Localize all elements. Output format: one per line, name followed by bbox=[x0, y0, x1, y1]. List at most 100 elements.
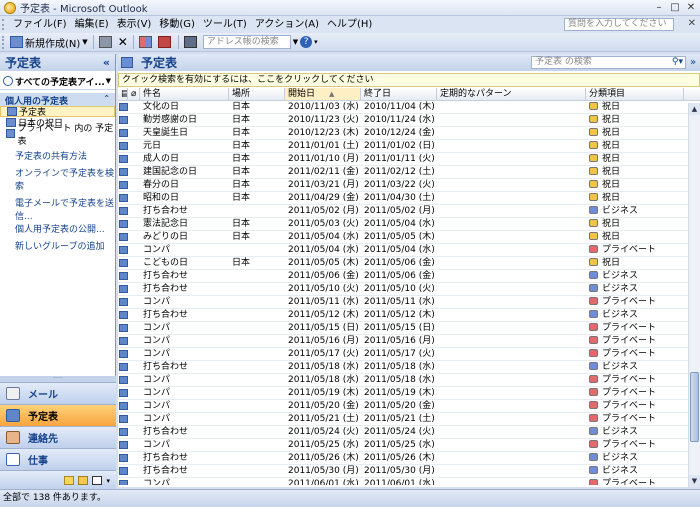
toolbar-grip[interactable] bbox=[2, 35, 5, 49]
table-row[interactable]: コンパ 2011/05/15 (日) 1...2011/05/15 (日) 1..… bbox=[118, 322, 700, 335]
table-row[interactable]: 打ち合わせ 2011/05/26 (木) 9...2011/05/26 (木) 9… bbox=[118, 452, 700, 465]
table-row[interactable]: 打ち合わせ 2011/05/24 (火) 9...2011/05/24 (火) 9… bbox=[118, 426, 700, 439]
expand-query-builder-icon[interactable]: » bbox=[690, 57, 700, 68]
location-cell: 日本 bbox=[232, 180, 251, 190]
categorize-button[interactable] bbox=[137, 34, 156, 50]
folder-list-icon[interactable] bbox=[78, 476, 89, 485]
all-calendar-items-selector[interactable]: すべての予定表アイ... ▼ bbox=[0, 73, 115, 90]
table-row[interactable]: コンパ 2011/05/25 (水) 1...2011/05/25 (水) 1..… bbox=[118, 439, 700, 452]
table-row[interactable]: 建国記念の日 日本 2011/02/11 (金) 0...2011/02/12 (土… bbox=[118, 166, 700, 179]
notes-icon[interactable] bbox=[64, 476, 75, 485]
link-share-calendar[interactable]: 予定表の共有方法 bbox=[15, 151, 115, 164]
menu-file[interactable]: ファイル(F) bbox=[9, 17, 71, 32]
menu-edit[interactable]: 編集(E) bbox=[71, 17, 113, 32]
scroll-down-icon[interactable]: ▼ bbox=[689, 475, 700, 487]
calendar-item-private[interactable]: プライベート 内の 予定表 bbox=[0, 124, 115, 147]
delete-button[interactable]: ✕ bbox=[116, 34, 130, 50]
menu-help[interactable]: ヘルプ(H) bbox=[323, 17, 376, 32]
table-row[interactable]: コンパ 2011/05/21 (土) 1...2011/05/21 (土) 1..… bbox=[118, 413, 700, 426]
table-row[interactable]: コンパ 2011/05/17 (火) 1...2011/05/17 (火) 1..… bbox=[118, 348, 700, 361]
address-book-button[interactable] bbox=[182, 34, 201, 50]
table-row[interactable]: コンパ 2011/05/11 (水) 1...2011/05/11 (水) 1..… bbox=[118, 296, 700, 309]
configure-buttons-icon[interactable]: ▾ bbox=[106, 477, 110, 485]
scroll-up-icon[interactable]: ▲ bbox=[689, 103, 700, 115]
calendar-view-button[interactable] bbox=[156, 34, 175, 50]
table-row[interactable]: 憲法記念日 日本 2011/05/03 (火) 0...2011/05/04 (水)… bbox=[118, 218, 700, 231]
start-cell: 2011/01/01 (土) 0... bbox=[288, 141, 361, 151]
link-publish-calendar[interactable]: 個人用予定表の公開... bbox=[15, 224, 115, 237]
column-header-start[interactable]: 開始日 ▲ bbox=[285, 88, 361, 100]
menu-tools[interactable]: ツール(T) bbox=[199, 17, 251, 32]
instant-search-infobar[interactable]: クイック検索を有効にするには、ここをクリックしてください bbox=[118, 73, 700, 87]
table-row[interactable]: みどりの日 日本 2011/05/04 (水) 0...2011/05/05 (木)… bbox=[118, 231, 700, 244]
column-header-location[interactable]: 場所 bbox=[229, 88, 285, 100]
link-send-calendar-email[interactable]: 電子メールで予定表を送信... bbox=[15, 198, 115, 224]
close-window-button[interactable]: ✕ bbox=[684, 2, 698, 14]
menu-grip[interactable] bbox=[2, 19, 5, 30]
scroll-thumb[interactable] bbox=[690, 372, 699, 442]
calendar-search-input[interactable]: 予定表 の検索 ⚲▾ bbox=[531, 56, 686, 69]
maximize-button[interactable]: □ bbox=[668, 2, 682, 14]
table-row[interactable]: コンパ 2011/06/01 (水) 1...2011/06/01 (水) 1..… bbox=[118, 478, 700, 485]
menu-actions[interactable]: アクション(A) bbox=[251, 17, 323, 32]
table-row[interactable]: 文化の日 日本 2010/11/03 (水) 0...2010/11/04 (木) … bbox=[118, 101, 700, 114]
column-header-recurrence[interactable]: 定期的なパターン bbox=[437, 88, 586, 100]
nav-button-tasks[interactable]: 仕事 bbox=[0, 448, 116, 470]
toolbar-options-icon[interactable]: ▾ bbox=[314, 38, 318, 46]
recurrence-cell bbox=[437, 335, 586, 347]
table-row[interactable]: コンパ 2011/05/16 (月) 1...2011/05/16 (月) 1..… bbox=[118, 335, 700, 348]
table-row[interactable]: こどもの日 日本 2011/05/05 (木) 0...2011/05/06 (金)… bbox=[118, 257, 700, 270]
table-row[interactable]: 打ち合わせ 2011/05/18 (水) 9...2011/05/18 (水) 9… bbox=[118, 361, 700, 374]
new-dropdown-icon[interactable]: ▼ bbox=[82, 38, 87, 46]
collapse-group-icon[interactable]: ⌃ bbox=[103, 94, 110, 105]
appointment-icon bbox=[118, 155, 128, 163]
vertical-scrollbar[interactable]: ▲ ▼ bbox=[688, 103, 700, 487]
column-header-categories[interactable]: 分類項目 bbox=[586, 88, 684, 100]
table-row[interactable]: 勤労感謝の日 日本 2010/11/23 (火) 0...2010/11/24 (水… bbox=[118, 114, 700, 127]
column-header-attachment[interactable]: ⌀ bbox=[128, 88, 140, 100]
menu-view[interactable]: 表示(V) bbox=[113, 17, 156, 32]
table-row[interactable]: 打ち合わせ 2011/05/12 (木) 9...2011/05/12 (木) 9… bbox=[118, 309, 700, 322]
table-row[interactable]: コンパ 2011/05/18 (水) 1...2011/05/18 (水) 1..… bbox=[118, 374, 700, 387]
table-row[interactable]: コンパ 2011/05/04 (水) 1...2011/05/04 (水) 1..… bbox=[118, 244, 700, 257]
table-row[interactable]: 成人の日 日本 2011/01/10 (月) 0...2011/01/11 (火) … bbox=[118, 153, 700, 166]
menu-close-icon[interactable]: ✕ bbox=[688, 18, 696, 29]
column-header-subject[interactable]: 件名 bbox=[140, 88, 229, 100]
menu-go[interactable]: 移動(G) bbox=[155, 17, 199, 32]
nav-button-contacts[interactable]: 連絡先 bbox=[0, 426, 116, 448]
collapse-nav-icon[interactable]: « bbox=[103, 56, 110, 69]
table-row[interactable]: 昭和の日 日本 2011/04/29 (金) 0...2011/04/30 (土) … bbox=[118, 192, 700, 205]
table-row[interactable]: 元日 日本 2011/01/01 (土) 0...2011/01/02 (日) 0.… bbox=[118, 140, 700, 153]
link-search-calendar-online[interactable]: オンラインで予定表を検索 bbox=[15, 168, 115, 194]
help-button[interactable]: ? bbox=[298, 34, 314, 50]
print-button[interactable] bbox=[97, 34, 116, 50]
subject-cell: 成人の日 bbox=[143, 154, 180, 164]
shortcuts-icon[interactable] bbox=[92, 476, 103, 485]
nav-button-calendar[interactable]: 予定表 bbox=[0, 404, 116, 426]
link-add-new-group[interactable]: 新しいグループの追加 bbox=[15, 241, 115, 254]
address-book-search-input[interactable]: アドレス帳の検索 bbox=[202, 35, 291, 49]
table-row[interactable]: 天皇誕生日 日本 2010/12/23 (木) 0...2010/12/24 (金)… bbox=[118, 127, 700, 140]
appointment-icon bbox=[118, 272, 128, 280]
table-row[interactable]: 春分の日 日本 2011/03/21 (月) 0...2011/03/22 (火) … bbox=[118, 179, 700, 192]
table-row[interactable]: 打ち合わせ 2011/05/02 (月) 9...2011/05/02 (月) 9… bbox=[118, 205, 700, 218]
table-row[interactable]: 打ち合わせ 2011/05/06 (金) 9...2011/05/06 (金) 9… bbox=[118, 270, 700, 283]
location-cell: 日本 bbox=[232, 167, 251, 177]
nav-button-mail[interactable]: メール bbox=[0, 382, 116, 404]
category-label: プライベート bbox=[602, 323, 657, 333]
table-row[interactable]: 打ち合わせ 2011/05/30 (月) 9...2011/05/30 (月) 9… bbox=[118, 465, 700, 478]
column-header-end[interactable]: 終了日 bbox=[361, 88, 437, 100]
my-calendars-group-header[interactable]: 個人用の予定表 ⌃ bbox=[0, 93, 115, 107]
appointment-cell-icon bbox=[118, 101, 128, 113]
table-row[interactable]: コンパ 2011/05/20 (金) 1...2011/05/20 (金) 1..… bbox=[118, 400, 700, 413]
search-icon[interactable]: ⚲▾ bbox=[672, 57, 685, 68]
new-button[interactable]: 新規作成(N) ▼ bbox=[8, 34, 90, 50]
minimize-button[interactable]: – bbox=[652, 2, 666, 14]
appointment-icon bbox=[118, 207, 128, 215]
column-header-icon[interactable]: ▤ bbox=[118, 88, 128, 100]
recurrence-cell bbox=[437, 413, 586, 425]
table-row[interactable]: コンパ 2011/05/19 (木) 1...2011/05/19 (木) 1..… bbox=[118, 387, 700, 400]
table-row[interactable]: 打ち合わせ 2011/05/10 (火) 9...2011/05/10 (火) 9… bbox=[118, 283, 700, 296]
appointment-icon bbox=[118, 259, 128, 267]
help-question-input[interactable]: 質問を入力してください bbox=[564, 18, 674, 31]
